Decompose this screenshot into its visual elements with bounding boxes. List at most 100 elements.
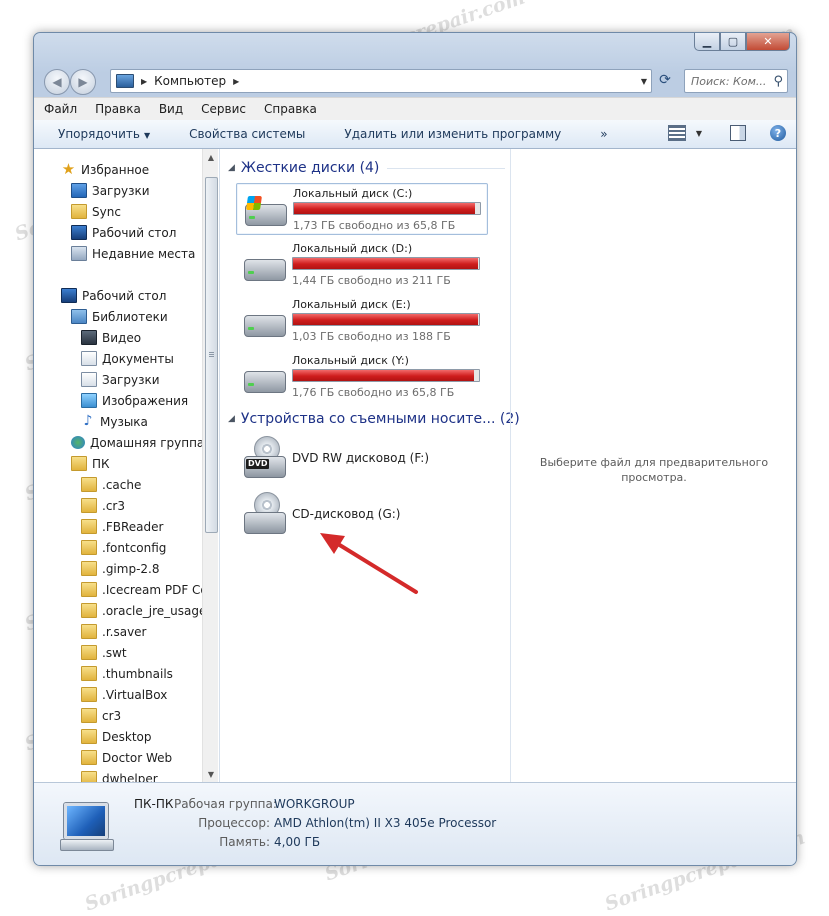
computer-name: ПК-ПК xyxy=(134,797,174,811)
nav-label: .cache xyxy=(102,477,142,492)
help-icon[interactable]: ? xyxy=(770,125,786,141)
folder-icon xyxy=(81,603,97,618)
address-bar[interactable]: ▶ Компьютер ▶ ▼ xyxy=(110,69,652,93)
scrollbar-thumb[interactable] xyxy=(205,177,218,533)
explorer-window: ▁ ▢ ✕ ◀ ▶ ▶ Компьютер ▶ ▼ ⟳ Поиск: Ком..… xyxy=(33,32,797,866)
breadcrumb-chevron-icon[interactable]: ▶ xyxy=(141,77,147,86)
menu-tools[interactable]: Сервис xyxy=(191,102,254,116)
nav-label: .thumbnails xyxy=(102,666,173,681)
usage-bar xyxy=(292,257,480,270)
nav-label: Sync xyxy=(92,204,121,219)
desktop-icon xyxy=(71,225,87,240)
drive-name: Локальный диск (D:) xyxy=(292,242,413,255)
nav-folder-item[interactable]: .FBReader xyxy=(81,516,163,537)
nav-item-recent-places[interactable]: Недавние места xyxy=(71,243,195,264)
nav-folder-item[interactable]: .cache xyxy=(81,474,141,495)
organize-button[interactable]: Упорядочить ▼ xyxy=(34,127,165,141)
view-options-chevron-icon[interactable]: ▼ xyxy=(696,129,702,138)
nav-folder-item[interactable]: Doctor Web xyxy=(81,747,172,768)
nav-item-pictures[interactable]: Изображения xyxy=(81,390,188,411)
nav-item-documents[interactable]: Документы xyxy=(81,348,174,369)
nav-homegroup[interactable]: Домашняя группа xyxy=(71,432,204,453)
group-removable[interactable]: ◢ Устройства со съемными носите... (2) xyxy=(228,411,520,427)
address-history-dropdown-icon[interactable]: ▼ xyxy=(641,77,647,86)
back-button[interactable]: ◀ xyxy=(44,69,70,95)
memory-label: Память: xyxy=(219,835,270,849)
preview-pane-toggle-icon[interactable] xyxy=(730,125,746,141)
nav-folder-item[interactable]: .swt xyxy=(81,642,127,663)
nav-folder-item[interactable]: .Icecream PDF Con xyxy=(81,579,215,600)
close-button[interactable]: ✕ xyxy=(746,33,790,51)
breadcrumb-computer[interactable]: Компьютер xyxy=(154,74,226,88)
preview-pane: Выберите файл для предварительного просм… xyxy=(510,149,796,782)
search-input[interactable]: Поиск: Ком... ⚲ xyxy=(684,69,788,93)
nav-label: Загрузки xyxy=(92,183,150,198)
nav-desktop[interactable]: Рабочий стол xyxy=(61,285,166,306)
scroll-down-icon[interactable]: ▼ xyxy=(203,766,218,782)
folder-icon xyxy=(81,687,97,702)
menu-edit[interactable]: Правка xyxy=(85,102,149,116)
search-icon[interactable]: ⚲ xyxy=(773,74,783,89)
drive-tile[interactable]: Локальный диск (C:) 1,73 ГБ свободно из 6… xyxy=(236,183,488,235)
nav-item-downloads-lib[interactable]: Загрузки xyxy=(81,369,160,390)
drive-name: Локальный диск (E:) xyxy=(292,298,411,311)
group-heading: Устройства со съемными носите... (2) xyxy=(240,411,520,427)
scroll-up-icon[interactable]: ▲ xyxy=(203,149,218,165)
refresh-button[interactable]: ⟳ xyxy=(654,69,676,91)
nav-favorites[interactable]: ★ Избранное xyxy=(61,159,149,180)
drive-tile[interactable]: Локальный диск (E:) 1,03 ГБ свободно из 1… xyxy=(236,295,486,345)
maximize-button[interactable]: ▢ xyxy=(720,33,746,51)
drive-free-space: 1,44 ГБ свободно из 211 ГБ xyxy=(292,274,451,287)
user-folder-icon xyxy=(71,456,87,471)
nav-folder-item[interactable]: .r.saver xyxy=(81,621,146,642)
navigation-scrollbar[interactable]: ▲ ▼ xyxy=(202,149,218,782)
file-list: ◢ Жесткие диски (4) Локальный диск (C:) 1… xyxy=(220,149,520,782)
nav-folder-item[interactable]: .thumbnails xyxy=(81,663,173,684)
usage-bar-fill xyxy=(293,370,474,381)
forward-button[interactable]: ▶ xyxy=(70,69,96,95)
nav-item-video[interactable]: Видео xyxy=(81,327,141,348)
nav-folder-item[interactable]: .VirtualBox xyxy=(81,684,167,705)
group-hard-disks[interactable]: ◢ Жесткие диски (4) xyxy=(228,160,506,176)
minimize-button[interactable]: ▁ xyxy=(694,33,720,51)
collapse-triangle-icon[interactable]: ◢ xyxy=(228,163,235,173)
drive-cd-g[interactable]: CD-дисковод (G:) xyxy=(236,492,486,542)
nav-pc[interactable]: ПК xyxy=(71,453,110,474)
nav-item-sync[interactable]: Sync xyxy=(71,201,121,222)
nav-folder-item[interactable]: .gimp-2.8 xyxy=(81,558,160,579)
nav-label: Видео xyxy=(102,330,142,345)
nav-folder-item[interactable]: .oracle_jre_usage xyxy=(81,600,206,621)
breadcrumb-chevron-icon[interactable]: ▶ xyxy=(233,77,239,86)
collapse-triangle-icon[interactable]: ◢ xyxy=(228,414,235,424)
hard-disk-icon xyxy=(243,196,287,228)
system-properties-button[interactable]: Свойства системы xyxy=(165,127,320,141)
more-commands-button[interactable]: » xyxy=(576,127,622,141)
uninstall-program-button[interactable]: Удалить или изменить программу xyxy=(320,127,576,141)
nav-label: Домашняя группа xyxy=(90,435,205,450)
nav-folder-item[interactable]: .cr3 xyxy=(81,495,125,516)
nav-item-music[interactable]: ♪ Музыка xyxy=(81,411,148,432)
menu-file[interactable]: Файл xyxy=(34,102,85,116)
nav-item-downloads[interactable]: Загрузки xyxy=(71,180,150,201)
nav-label: .fontconfig xyxy=(102,540,167,555)
nav-folder-item[interactable]: dwhelper xyxy=(81,768,158,782)
nav-folder-item[interactable]: .fontconfig xyxy=(81,537,166,558)
nav-label: .Icecream PDF Con xyxy=(102,582,216,597)
menu-help[interactable]: Справка xyxy=(254,102,325,116)
cpu-label: Процессор: xyxy=(198,816,270,830)
nav-item-desktop-fav[interactable]: Рабочий стол xyxy=(71,222,176,243)
preview-placeholder-text: Выберите файл для предварительного просм… xyxy=(539,456,769,484)
menu-view[interactable]: Вид xyxy=(149,102,191,116)
dvd-badge: DVD xyxy=(246,459,270,469)
drive-tile[interactable]: Локальный диск (D:) 1,44 ГБ свободно из 2… xyxy=(236,239,486,289)
change-view-icon[interactable] xyxy=(667,125,686,141)
usage-bar xyxy=(292,313,480,326)
computer-icon xyxy=(116,74,134,88)
nav-folder-item[interactable]: cr3 xyxy=(81,705,121,726)
drive-dvd-f[interactable]: DVD DVD RW дисковод (F:) xyxy=(236,436,486,486)
nav-folder-item[interactable]: Desktop xyxy=(81,726,152,747)
drive-tile[interactable]: Локальный диск (Y:) 1,76 ГБ свободно из 6… xyxy=(236,351,486,401)
folder-icon xyxy=(81,729,97,744)
folder-icon xyxy=(81,477,97,492)
nav-libraries[interactable]: Библиотеки xyxy=(71,306,168,327)
